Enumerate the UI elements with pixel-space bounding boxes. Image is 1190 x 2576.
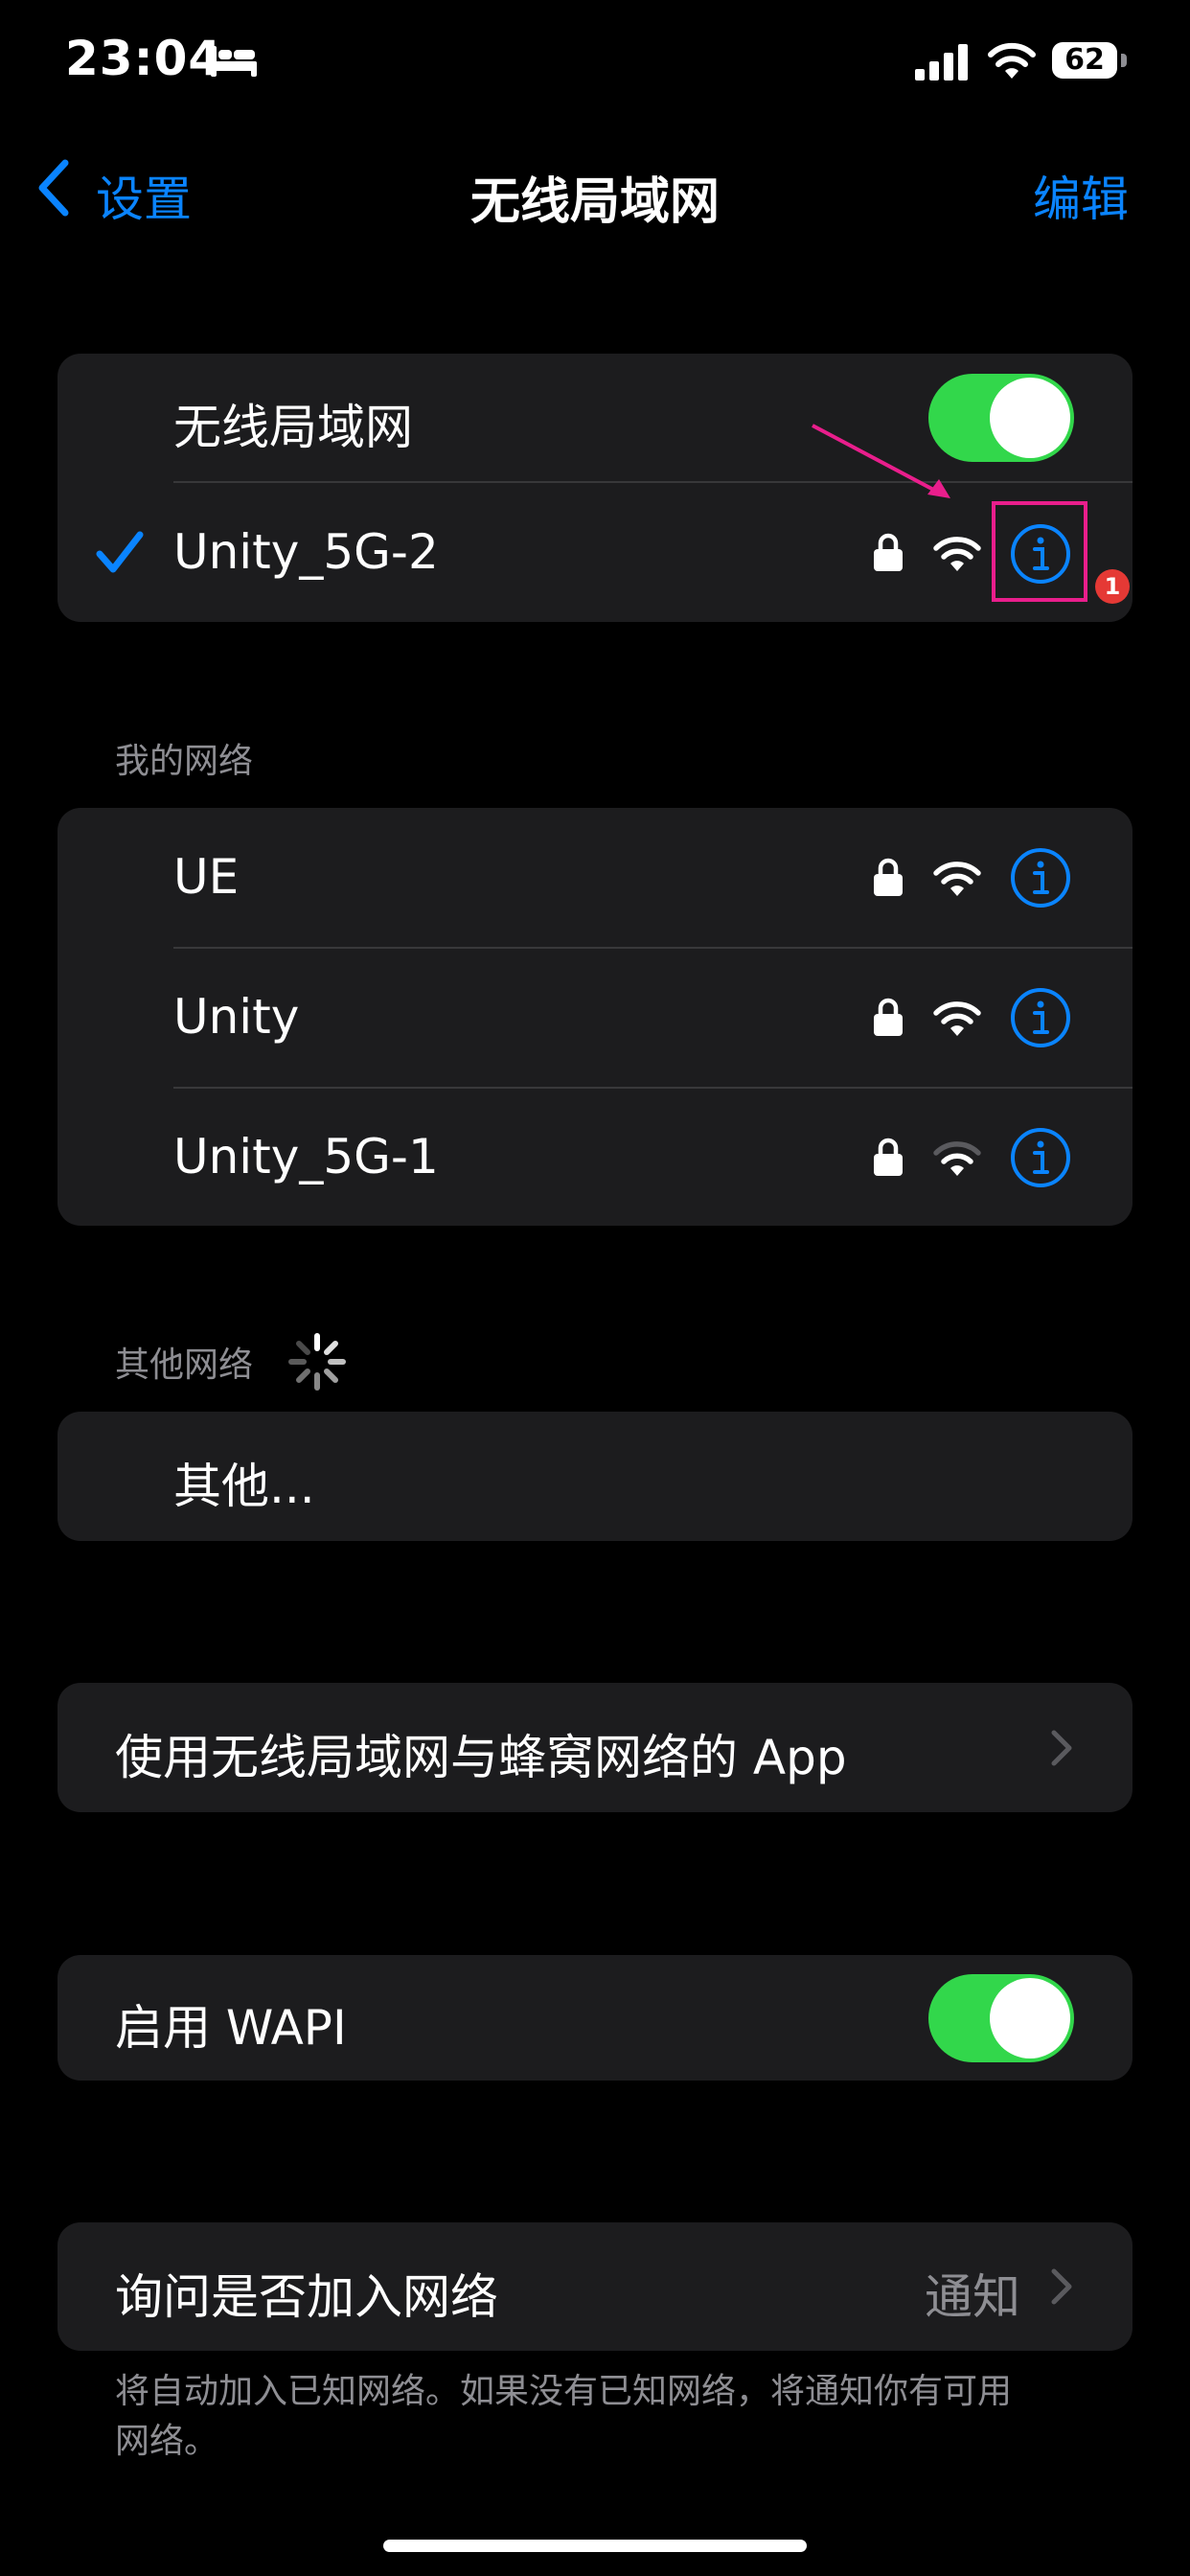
other-network-row[interactable]: 其他... — [57, 1412, 1133, 1541]
bed-icon — [211, 46, 257, 77]
battery-indicator: 62 — [1052, 42, 1117, 79]
annotation-badge: 1 — [1095, 569, 1130, 604]
back-button[interactable]: 设置 — [96, 161, 192, 230]
toggle-knob — [990, 1978, 1070, 2058]
info-icon[interactable] — [1009, 1126, 1072, 1189]
ask-join-footer-note: 将自动加入已知网络。如果没有已知网络，将通知你有可用网络。 — [115, 2372, 1013, 2461]
other-networks-header: 其他网络 — [115, 1346, 254, 1385]
my-networks-group: UE Unity Unity_5G-1 — [57, 808, 1133, 1226]
loading-spinner-icon — [288, 1333, 346, 1391]
wapi-toggle[interactable] — [928, 1974, 1074, 2062]
status-time: 23:04 — [65, 31, 223, 86]
network-name: Unity — [173, 989, 300, 1045]
battery-tip — [1121, 54, 1127, 67]
wapi-row: 启用 WAPI — [57, 1955, 1133, 2081]
toggle-knob — [990, 378, 1070, 458]
wifi-cellular-apps-row[interactable]: 使用无线局域网与蜂窝网络的 App — [57, 1683, 1133, 1812]
lock-icon — [874, 998, 903, 1036]
connected-network-row[interactable]: Unity_5G-2 — [57, 483, 1133, 622]
ask-join-row[interactable]: 询问是否加入网络 通知 — [57, 2222, 1133, 2351]
chevron-right-icon — [1051, 1730, 1072, 1766]
network-name: Unity_5G-1 — [173, 1129, 439, 1184]
other-networks-group: 其他... — [57, 1412, 1133, 1541]
network-row-unity[interactable]: Unity — [57, 949, 1133, 1087]
home-indicator[interactable] — [383, 2540, 807, 2552]
lock-icon — [874, 1138, 903, 1176]
ask-join-group: 询问是否加入网络 通知 — [57, 2222, 1133, 2351]
annotation-highlight-box — [992, 501, 1087, 602]
wifi-toggle-label: 无线局域网 — [173, 400, 413, 455]
lock-icon — [874, 858, 903, 896]
ask-join-label: 询问是否加入网络 — [115, 2269, 498, 2325]
info-icon[interactable] — [1009, 846, 1072, 909]
wifi-signal-icon — [933, 1001, 981, 1036]
cellular-signal-icon — [915, 44, 968, 80]
my-networks-header: 我的网络 — [115, 742, 254, 781]
wapi-group: 启用 WAPI — [57, 1955, 1133, 2081]
edit-button[interactable]: 编辑 — [1033, 161, 1129, 230]
lock-icon — [874, 533, 903, 571]
wapi-label: 启用 WAPI — [115, 2000, 347, 2056]
apps-row-label: 使用无线局域网与蜂窝网络的 App — [115, 1730, 847, 1785]
ask-join-value: 通知 — [925, 2269, 1020, 2325]
network-row-unity-5g-1[interactable]: Unity_5G-1 — [57, 1089, 1133, 1226]
info-icon[interactable] — [1009, 986, 1072, 1049]
annotation-arrow — [812, 424, 950, 498]
wifi-toggle-row: 无线局域网 — [57, 354, 1133, 482]
apps-group: 使用无线局域网与蜂窝网络的 App — [57, 1683, 1133, 1812]
network-name: UE — [173, 849, 240, 905]
checkmark-icon — [96, 531, 144, 573]
wifi-signal-icon — [933, 862, 981, 896]
other-network-label: 其他... — [173, 1459, 315, 1514]
back-chevron-icon[interactable] — [36, 159, 71, 217]
wifi-signal-icon — [933, 537, 981, 571]
wifi-signal-weak-icon — [933, 1141, 981, 1176]
wifi-main-group: 无线局域网 Unity_5G-2 — [57, 354, 1133, 622]
connected-network-name: Unity_5G-2 — [173, 524, 439, 580]
chevron-right-icon — [1051, 2268, 1072, 2305]
network-row-ue[interactable]: UE — [57, 808, 1133, 947]
wifi-status-icon — [988, 42, 1036, 79]
